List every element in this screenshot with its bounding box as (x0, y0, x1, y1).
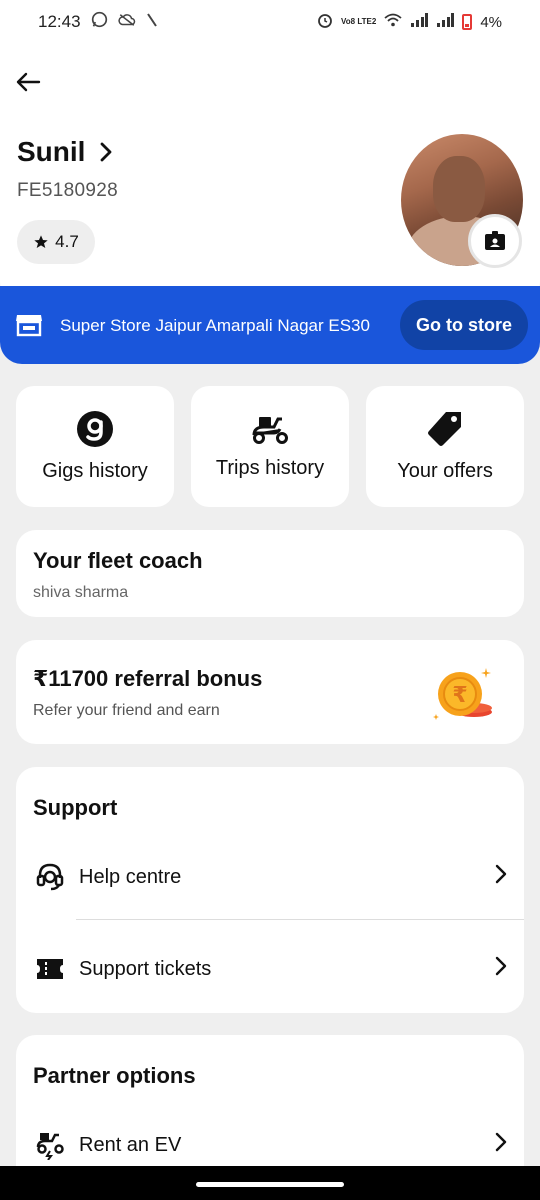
chevron-right-icon (495, 1132, 507, 1158)
rating-value: 4.7 (55, 232, 79, 251)
tile-label: Your offers (397, 460, 493, 482)
quick-actions: Gigs history Trips history Your offers (16, 386, 524, 507)
chevron-right-icon (495, 956, 507, 982)
tile-label: Trips history (215, 457, 325, 479)
divider (76, 919, 524, 920)
help-centre-row[interactable]: Help centre (33, 857, 507, 897)
profile-name-link[interactable]: Sunil (17, 136, 113, 168)
signal-icon-1 (410, 13, 429, 31)
gigs-history-tile[interactable]: Gigs history (16, 386, 174, 507)
trips-history-tile[interactable]: Trips history (191, 386, 349, 507)
go-to-store-button[interactable]: Go to store (399, 300, 528, 350)
star-icon (34, 235, 48, 248)
network-label: Vo8 LTE2 (341, 17, 377, 26)
status-bar: 12:43 Vo8 LTE2 4% (0, 0, 540, 44)
help-centre-label: Help centre (79, 865, 182, 888)
store-banner: Super Store Jaipur Amarpali Nagar ES30 G… (0, 286, 540, 364)
rupee-symbol: ₹ (452, 683, 467, 708)
rating-badge: 4.7 (17, 220, 95, 264)
chevron-right-icon (495, 864, 507, 890)
scooter-icon (252, 417, 288, 444)
tile-label: Gigs history (42, 460, 148, 482)
support-tickets-row[interactable]: Support tickets (33, 949, 507, 989)
store-name: Super Store Jaipur Amarpali Nagar ES30 (60, 315, 370, 335)
home-gesture-handle[interactable] (196, 1182, 344, 1187)
ev-scooter-icon (33, 1128, 67, 1162)
fleet-coach-card[interactable]: Your fleet coach shiva sharma (16, 530, 524, 617)
arrow-left-icon (16, 72, 41, 92)
signal-icon-2 (436, 13, 455, 31)
tag-icon (428, 412, 461, 446)
store-icon (14, 310, 44, 340)
gigs-g-icon (77, 411, 113, 447)
id-card-icon (485, 231, 505, 250)
rent-an-ev-label: Rent an EV (79, 1133, 182, 1156)
support-title: Support (33, 795, 118, 820)
rent-an-ev-row[interactable]: Rent an EV (33, 1125, 507, 1165)
back-button[interactable] (10, 64, 46, 100)
support-tickets-label: Support tickets (79, 957, 212, 980)
referral-card[interactable]: ₹11700 referral bonus Refer your friend … (16, 640, 524, 744)
partner-options-title: Partner options (33, 1063, 196, 1088)
whatsapp-icon (91, 11, 108, 33)
status-time: 12:43 (38, 12, 81, 31)
ticket-icon (33, 952, 67, 986)
chevron-right-icon (101, 142, 112, 162)
fleet-coach-title: Your fleet coach (33, 548, 203, 573)
profile-header: Sunil FE5180928 4.7 (0, 44, 540, 304)
battery-icon (462, 14, 473, 30)
alarm-icon (317, 12, 333, 32)
id-card-button[interactable] (468, 214, 522, 268)
your-offers-tile[interactable]: Your offers (366, 386, 524, 507)
signal-slash-icon (146, 12, 158, 32)
fleet-coach-name: shiva sharma (33, 584, 129, 601)
wifi-icon (384, 13, 402, 31)
support-card: Support Help centre Support tickets (16, 767, 524, 1013)
headset-icon (33, 860, 67, 894)
coin-icon: ₹ (430, 664, 500, 724)
profile-name: Sunil (17, 136, 86, 167)
system-nav-bar (0, 1166, 540, 1200)
battery-level: 4% (480, 13, 502, 31)
cloud-off-icon (117, 12, 136, 32)
partner-id: FE5180928 (17, 180, 118, 201)
